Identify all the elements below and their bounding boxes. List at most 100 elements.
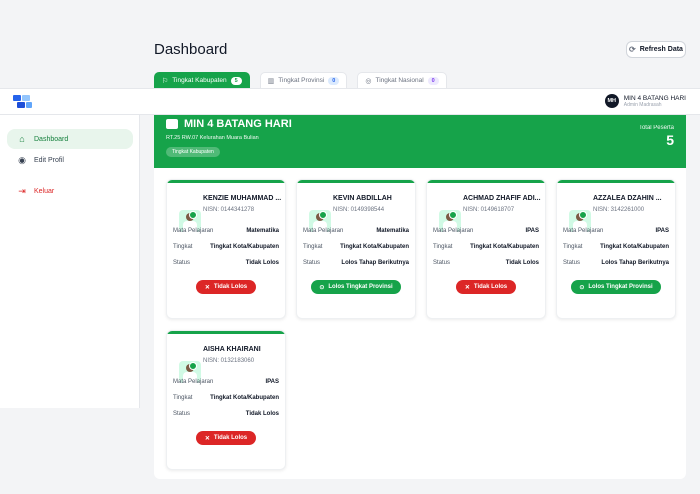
student-nisn: NISN: 0149618707: [463, 207, 515, 213]
page-title: Dashboard: [154, 41, 228, 58]
subject-value: IPAS: [265, 379, 279, 385]
level-pill: Tingkat Kabupaten: [166, 147, 220, 157]
user-icon: ◉: [18, 154, 26, 165]
result-badge[interactable]: ✕ Tidak Lolos: [196, 431, 256, 445]
student-card: KENZIE MUHAMMAD ... NISN: 0144341278 Mat…: [166, 179, 286, 319]
tab-provinsi[interactable]: ▥ Tingkat Provinsi 0: [259, 72, 348, 89]
student-name: AISHA KHAIRANI: [203, 346, 261, 353]
row-label: Status: [563, 260, 581, 266]
status-value: Tidak Lolos: [245, 411, 279, 417]
building-icon: ▥: [267, 77, 275, 85]
level-value: Tingkat Kota/Kabupaten: [600, 244, 669, 250]
tab-count-badge: 0: [328, 76, 340, 85]
level-tabs: ⚐ Tingkat Kabupaten 5 ▥ Tingkat Provinsi…: [154, 72, 447, 89]
student-card: KEVIN ABDILLAH NISN: 0149398544 Mata Pel…: [296, 179, 416, 319]
total-peserta-label: Total Peserta: [638, 125, 674, 131]
level-value: Tingkat Kota/Kabupaten: [210, 395, 279, 401]
student-nisn: NISN: 3142261000: [593, 207, 645, 213]
x-icon: ✕: [204, 284, 210, 291]
refresh-icon: ⟳: [629, 45, 636, 54]
online-dot: [449, 211, 457, 219]
status-value: Tidak Lolos: [505, 260, 539, 266]
school-icon: [166, 119, 178, 129]
user-role: Admin Madrasah: [623, 101, 662, 108]
sidebar-item-label: Keluar: [34, 187, 55, 195]
result-badge[interactable]: ⊙ Lolos Tingkat Provinsi: [311, 280, 401, 294]
flag-icon: ⚐: [162, 77, 169, 85]
sidebar-item-keluar[interactable]: ⇥ Keluar: [7, 181, 133, 201]
online-dot: [319, 211, 327, 219]
result-badge[interactable]: ⊙ Lolos Tingkat Provinsi: [571, 280, 661, 294]
result-label: Lolos Tingkat Provinsi: [328, 284, 393, 290]
row-label: Mata Pelajaran: [173, 228, 214, 234]
row-label: Mata Pelajaran: [433, 228, 474, 234]
globe-icon: ◎: [365, 77, 372, 85]
student-photo: [173, 195, 201, 232]
row-label: Tingkat: [173, 244, 193, 250]
student-photo: [173, 346, 201, 383]
student-card: ACHMAD ZHAFIF ADI... NISN: 0149618707 Ma…: [426, 179, 546, 319]
row-label: Tingkat: [303, 244, 323, 250]
sidebar-item-edit-profil[interactable]: ◉ Edit Profil: [7, 150, 133, 170]
student-nisn: NISN: 0149398544: [333, 207, 385, 213]
home-icon: ⌂: [19, 134, 25, 144]
online-dot: [189, 211, 197, 219]
student-photo: [433, 195, 461, 232]
tab-nasional[interactable]: ◎ Tingkat Nasional 0: [357, 72, 447, 89]
user-menu[interactable]: MH MIN 4 BATANG HARI Admin Madrasah: [604, 94, 686, 108]
result-label: Tidak Lolos: [213, 435, 248, 441]
row-label: Status: [173, 411, 191, 417]
student-photo: [563, 195, 591, 232]
logout-icon: ⇥: [18, 185, 26, 196]
status-value: Tidak Lolos: [245, 260, 279, 266]
sidebar-item-label: Dashboard: [34, 135, 69, 143]
level-value: Tingkat Kota/Kabupaten: [470, 244, 539, 250]
student-nisn: NISN: 0132183060: [203, 358, 255, 364]
sidebar-item-label: Edit Profil: [34, 156, 64, 164]
refresh-label: Refresh Data: [639, 46, 683, 53]
result-badge[interactable]: ✕ Tidak Lolos: [196, 280, 256, 294]
online-dot: [189, 362, 197, 370]
result-label: Tidak Lolos: [213, 284, 248, 290]
student-name: KEVIN ABDILLAH: [333, 195, 392, 202]
student-name: ACHMAD ZHAFIF ADI...: [463, 195, 541, 202]
x-icon: ✕: [464, 284, 470, 291]
refresh-data-button[interactable]: ⟳ Refresh Data: [626, 41, 686, 58]
school-banner: MIN 4 BATANG HARI RT.25 RW.07 Kelurahan …: [154, 115, 686, 168]
app-logo: [13, 95, 32, 108]
tab-count-badge: 5: [230, 76, 242, 85]
row-label: Mata Pelajaran: [303, 228, 344, 234]
tab-label: Tingkat Provinsi: [278, 77, 325, 84]
student-card: AZZALEA DZAHIN ... NISN: 3142261000 Mata…: [556, 179, 676, 319]
row-label: Mata Pelajaran: [173, 379, 214, 385]
row-label: Mata Pelajaran: [563, 228, 604, 234]
status-value: Lolos Tahap Berikutnya: [341, 260, 409, 266]
result-badge[interactable]: ✕ Tidak Lolos: [456, 280, 516, 294]
student-nisn: NISN: 0144341278: [203, 207, 255, 213]
row-label: Tingkat: [173, 395, 193, 401]
sidebar-item-dashboard[interactable]: ⌂ Dashboard: [7, 129, 133, 149]
subject-value: Matematika: [376, 228, 409, 234]
level-value: Tingkat Kota/Kabupaten: [340, 244, 409, 250]
status-value: Lolos Tahap Berikutnya: [601, 260, 669, 266]
tab-label: Tingkat Nasional: [375, 77, 424, 84]
tab-count-badge: 0: [427, 76, 439, 85]
row-label: Status: [433, 260, 451, 266]
avatar: MH: [604, 94, 619, 108]
check-circle-icon: ⊙: [319, 284, 325, 291]
result-label: Lolos Tingkat Provinsi: [588, 284, 653, 290]
student-name: AZZALEA DZAHIN ...: [593, 195, 662, 202]
subject-value: IPAS: [655, 228, 669, 234]
tab-kabupaten[interactable]: ⚐ Tingkat Kabupaten 5: [154, 72, 250, 89]
subject-value: IPAS: [525, 228, 539, 234]
tab-label: Tingkat Kabupaten: [172, 77, 227, 84]
x-icon: ✕: [204, 435, 210, 442]
row-label: Status: [303, 260, 321, 266]
online-dot: [579, 211, 587, 219]
school-name: MIN 4 BATANG HARI: [184, 118, 292, 130]
school-address: RT.25 RW.07 Kelurahan Muara Bulian: [166, 135, 259, 141]
student-card: AISHA KHAIRANI NISN: 0132183060 Mata Pel…: [166, 330, 286, 470]
row-label: Status: [173, 260, 191, 266]
subject-value: Matematika: [246, 228, 279, 234]
student-name: KENZIE MUHAMMAD ...: [203, 195, 282, 202]
